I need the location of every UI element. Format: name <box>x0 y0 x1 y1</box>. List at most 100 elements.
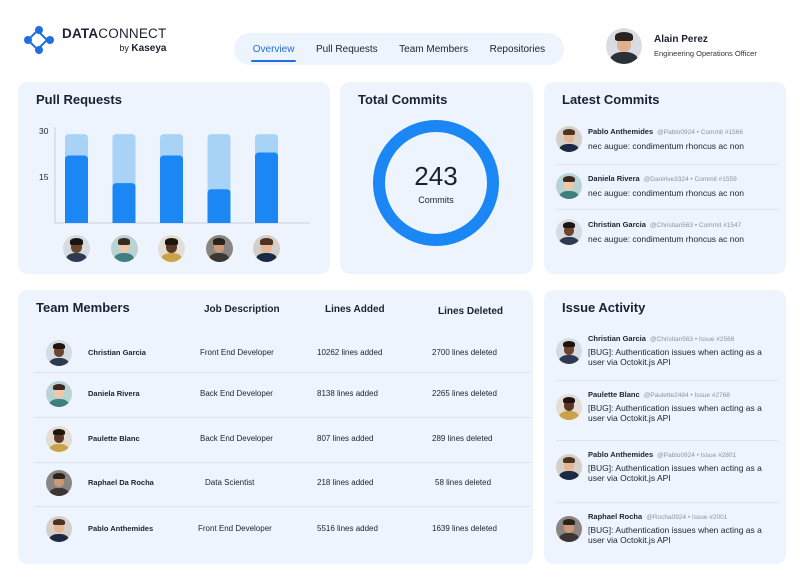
pull-requests-card: Pull Requests 15 30 <box>18 82 330 274</box>
avatar <box>46 426 72 452</box>
issue-meta: @Paulette2484 • Issue #2768 <box>643 392 730 399</box>
bar-merged[interactable] <box>207 189 231 223</box>
avatar <box>46 470 72 496</box>
user-avatar <box>606 28 642 64</box>
avatar <box>46 340 72 366</box>
member-job: Data Scientist <box>205 478 255 487</box>
latest-commits-card: Latest Commits Pablo Anthemides @Pablo092… <box>544 82 786 274</box>
table-row[interactable]: Raphael Da Rocha Data Scientist 218 line… <box>34 462 530 506</box>
commit-item[interactable]: Daniela Rivera @Danirive3324 • Commit #15… <box>556 173 778 199</box>
avatar <box>556 393 582 420</box>
member-lines-deleted: 1639 lines deleted <box>432 524 497 533</box>
issue-item[interactable]: Raphael Rocha @Rocha0924 • Issue #2001 [B… <box>556 512 780 545</box>
avatar <box>46 516 72 542</box>
commits-count: 243 <box>414 161 458 191</box>
issue-author: Raphael Rocha <box>588 512 643 521</box>
member-name: Daniela Rivera <box>88 389 140 398</box>
issue-author: Paulette Blanc <box>588 390 640 399</box>
commit-message: nec augue: condimentum rhoncus ac non <box>588 188 744 198</box>
issue-item[interactable]: Paulette Blanc @Paulette2484 • Issue #276… <box>556 390 780 423</box>
member-lines-deleted: 289 lines deleted <box>432 434 493 443</box>
issue-message: [BUG]: Authentication issues when acting… <box>588 463 762 483</box>
member-lines-deleted: 2700 lines deleted <box>432 348 497 357</box>
issue-author: Pablo Anthemides <box>588 450 654 459</box>
total-commits-card: Total Commits 243 Commits <box>340 82 533 274</box>
issue-item[interactable]: Pablo Anthemides @Pablo0924 • Issue #2801… <box>556 450 780 483</box>
member-lines-deleted: 2265 lines deleted <box>432 389 497 398</box>
member-name: Raphael Da Rocha <box>88 478 154 487</box>
issue-message: [BUG]: Authentication issues when acting… <box>588 347 762 367</box>
avatar <box>556 515 582 542</box>
member-lines-added: 807 lines added <box>317 434 374 443</box>
member-job: Back End Developer <box>200 389 273 398</box>
user-role: Engineering Operations Officer <box>654 49 757 58</box>
member-job: Front End Developer <box>198 524 272 533</box>
member-lines-added: 10262 lines added <box>317 348 383 357</box>
bar-avatar <box>158 235 185 262</box>
nav-repositories[interactable]: Repositories <box>488 40 548 59</box>
commit-author: Christian Garcia <box>588 220 646 229</box>
bar-merged[interactable] <box>255 152 278 223</box>
issue-item[interactable]: Christian Garcia @Christian563 • Issue #2… <box>556 334 780 367</box>
avatar <box>556 126 582 152</box>
member-name: Christian Garcia <box>88 348 146 357</box>
team-members-title: Team Members <box>36 300 130 315</box>
commit-meta: @Danirive3324 • Commit #1559 <box>643 176 737 183</box>
commit-author: Pablo Anthemides <box>588 127 654 136</box>
main-nav: Overview Pull Requests Team Members Repo… <box>234 33 564 65</box>
brand-logo[interactable]: DATACONNECT by Kaseya <box>24 26 166 55</box>
avatar <box>46 381 72 407</box>
avatar <box>556 337 582 364</box>
bar-merged[interactable] <box>112 183 136 223</box>
total-commits-title: Total Commits <box>358 92 448 107</box>
column-header-job[interactable]: Job Description <box>204 304 280 315</box>
column-header-lines-added[interactable]: Lines Added <box>325 304 385 315</box>
table-row[interactable]: Paulette Blanc Back End Developer 807 li… <box>34 418 530 462</box>
issue-meta: @Pablo0924 • Issue #2801 <box>657 452 737 459</box>
member-name: Pablo Anthemides <box>88 524 154 533</box>
user-name: Alain Perez <box>654 34 708 45</box>
user-profile[interactable]: Alain Perez Engineering Operations Offic… <box>606 28 757 64</box>
bar-merged[interactable] <box>65 155 88 223</box>
nav-team-members[interactable]: Team Members <box>397 40 470 59</box>
issue-activity-card: Issue Activity Christian Garcia @Christia… <box>544 290 786 564</box>
commit-message: nec augue: condimentum rhoncus ac non <box>588 141 744 151</box>
commits-donut: 243 Commits <box>373 120 499 246</box>
table-row[interactable]: Daniela Rivera Back End Developer 8138 l… <box>34 373 530 417</box>
brand-byline: by Kaseya <box>119 43 167 54</box>
commit-item[interactable]: Christian Garcia @Christian563 • Commit #… <box>556 219 778 245</box>
avatar <box>556 453 582 480</box>
commit-meta: @Christian563 • Commit #1547 <box>649 222 742 229</box>
member-lines-deleted: 58 lines deleted <box>435 478 492 487</box>
bar-avatar <box>205 235 233 262</box>
commits-label: Commits <box>418 195 454 205</box>
bar-avatar <box>110 235 138 262</box>
column-header-lines-deleted[interactable]: Lines Deleted <box>438 306 503 317</box>
member-lines-added: 218 lines added <box>317 478 374 487</box>
table-row[interactable]: Christian Garcia Front End Developer 102… <box>34 332 530 376</box>
avatar <box>556 219 582 245</box>
team-members-card: Team Members Job Description Lines Added… <box>18 290 533 564</box>
table-row[interactable]: Pablo Anthemides Front End Developer 551… <box>34 508 530 552</box>
member-name: Paulette Blanc <box>88 434 140 443</box>
latest-commits-title: Latest Commits <box>562 92 660 107</box>
commit-author: Daniela Rivera <box>588 174 640 183</box>
bar-merged[interactable] <box>160 155 183 223</box>
y-tick-label: 30 <box>39 126 49 136</box>
nav-pull-requests[interactable]: Pull Requests <box>314 40 380 59</box>
commit-item[interactable]: Pablo Anthemides @Pablo0924 • Commit #156… <box>556 126 778 152</box>
commit-message: nec augue: condimentum rhoncus ac non <box>588 234 744 244</box>
nav-overview[interactable]: Overview <box>250 40 297 62</box>
issue-activity-title: Issue Activity <box>562 300 646 315</box>
issue-message: [BUG]: Authentication issues when acting… <box>588 403 762 423</box>
issue-meta: @Christian563 • Issue #2568 <box>649 336 735 343</box>
member-job: Front End Developer <box>200 348 274 357</box>
avatar <box>556 173 582 199</box>
y-tick-label: 15 <box>39 172 49 182</box>
bar-avatar <box>253 235 280 262</box>
issue-message: [BUG]: Authentication issues when acting… <box>588 525 762 545</box>
brand-name: DATACONNECT <box>62 26 167 41</box>
network-logo-icon <box>24 26 56 54</box>
bar-avatar <box>63 235 90 262</box>
issue-meta: @Rocha0924 • Issue #2001 <box>646 514 728 521</box>
